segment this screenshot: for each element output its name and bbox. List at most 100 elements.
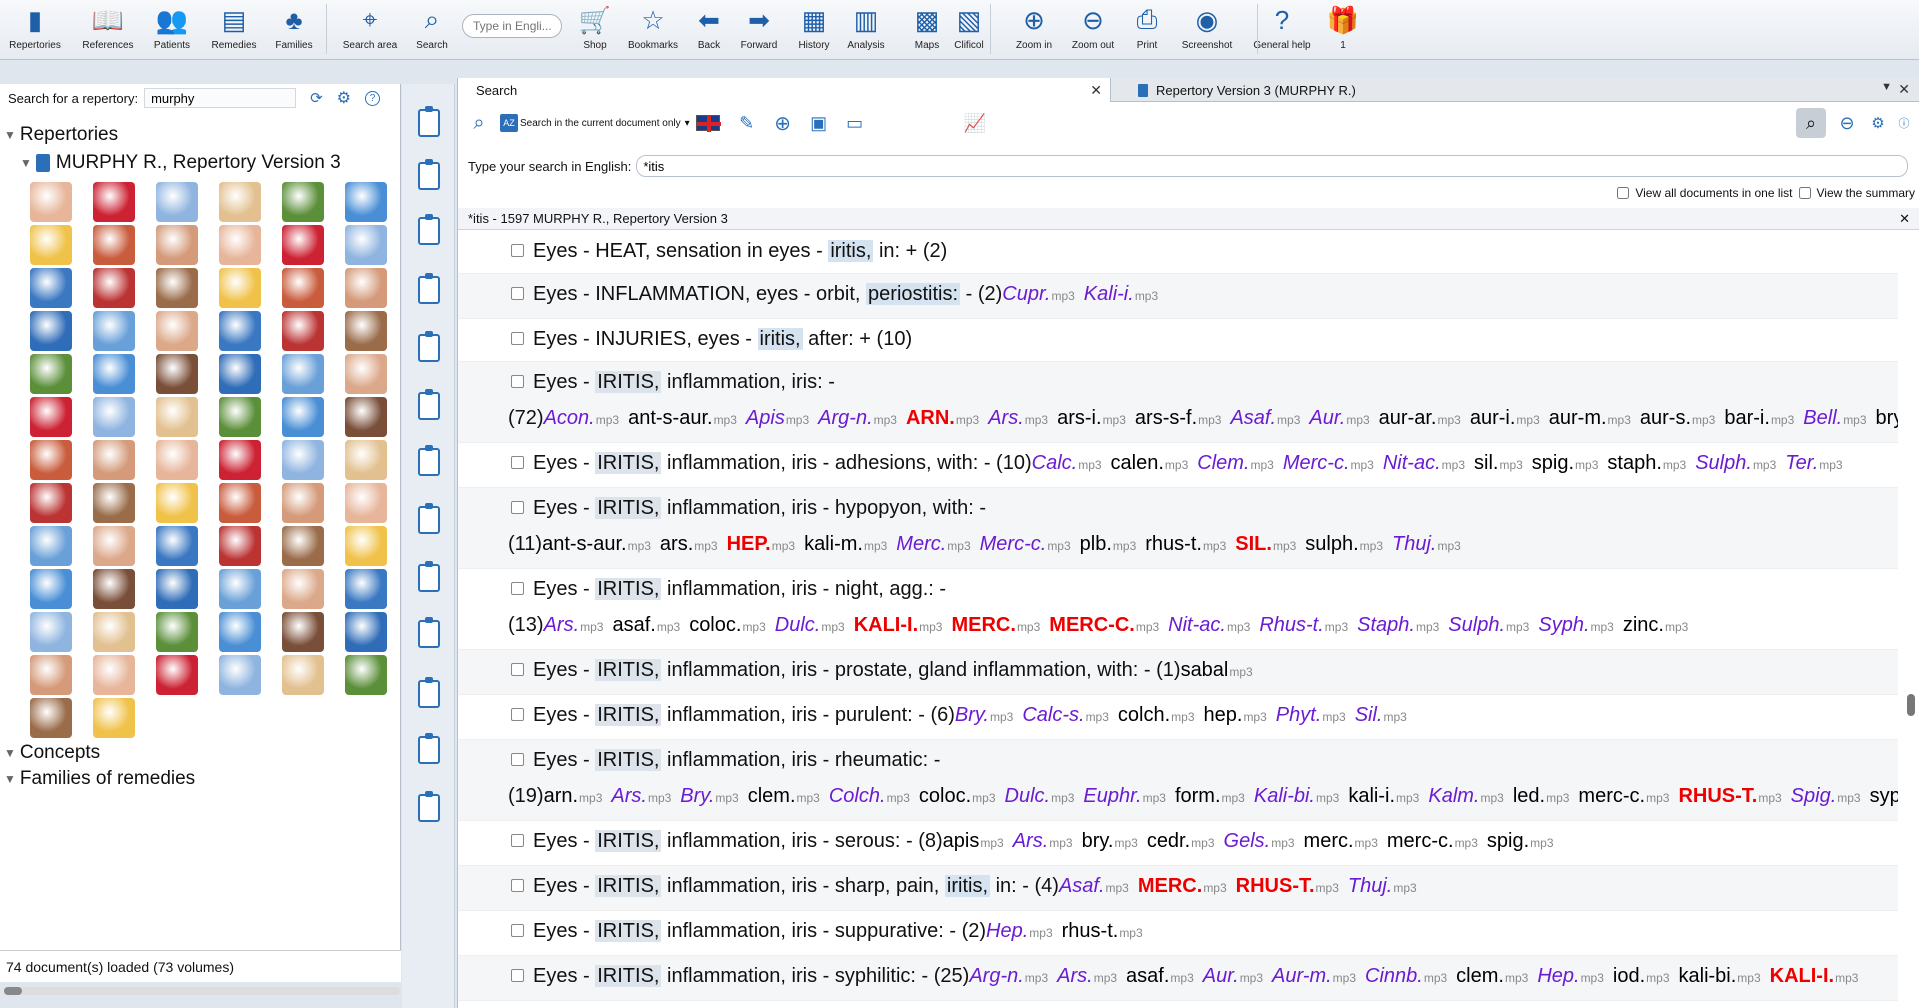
body-region-icon[interactable] — [219, 612, 261, 652]
toolbar-search-input[interactable] — [462, 14, 562, 38]
body-region-icon[interactable] — [345, 311, 387, 351]
mp3-audio-link[interactable]: mp3 — [1103, 413, 1126, 427]
mp3-audio-link[interactable]: mp3 — [1546, 791, 1569, 805]
toolbar-forward-button[interactable]: ➡ Forward — [729, 2, 789, 58]
remedy-link[interactable]: Ars.mp3 — [611, 785, 671, 807]
flag-uk-icon[interactable] — [695, 115, 721, 132]
search-mode-icon[interactable]: ⌕ — [1796, 108, 1826, 138]
body-region-icon[interactable] — [156, 569, 198, 609]
body-region-icon[interactable] — [219, 397, 261, 437]
body-region-icon[interactable] — [156, 225, 198, 265]
body-region-icon[interactable] — [156, 268, 198, 308]
gear-icon[interactable]: ⚙ — [337, 88, 351, 108]
highlighter-icon[interactable]: ✎ — [732, 108, 762, 138]
remedy-link[interactable]: apismp3 — [943, 830, 1004, 852]
clipboard-icon[interactable] — [418, 273, 440, 304]
remedy-link[interactable]: Calc.mp3 — [1032, 452, 1102, 474]
close-icon[interactable]: ✕ — [1090, 82, 1102, 99]
rubric-checkbox[interactable] — [511, 663, 524, 676]
body-region-icon[interactable] — [282, 354, 324, 394]
mp3-audio-link[interactable]: mp3 — [797, 791, 820, 805]
remedy-link[interactable]: Bry.mp3 — [955, 704, 1013, 726]
body-region-icon[interactable] — [30, 268, 72, 308]
remedy-link[interactable]: Kalm.mp3 — [1428, 785, 1503, 807]
remedy-link[interactable]: Asaf.mp3 — [1059, 875, 1129, 897]
mp3-audio-link[interactable]: mp3 — [1396, 791, 1419, 805]
remedy-link[interactable]: Hep.mp3 — [1537, 965, 1604, 987]
remedy-link[interactable]: Calc-s.mp3 — [1022, 704, 1109, 726]
save-icon[interactable]: ▣ — [804, 108, 834, 138]
mp3-audio-link[interactable]: mp3 — [1442, 458, 1465, 472]
mp3-audio-link[interactable]: mp3 — [1049, 836, 1072, 850]
search-input[interactable] — [636, 155, 1909, 177]
expand-triangle-icon[interactable]: ▼ — [20, 156, 32, 170]
mp3-audio-link[interactable]: mp3 — [1251, 458, 1274, 472]
mp3-audio-link[interactable]: mp3 — [1581, 971, 1604, 985]
body-region-icon[interactable] — [30, 440, 72, 480]
rubric-row[interactable]: Eyes - IRITIS, inflammation, iris - adhe… — [458, 443, 1898, 488]
clipboard-icon[interactable] — [418, 617, 440, 648]
refresh-icon[interactable]: ⟳ — [310, 89, 323, 107]
remedy-link[interactable]: merc-c.mp3 — [1578, 785, 1669, 807]
remedy-link[interactable]: Colch.mp3 — [829, 785, 910, 807]
mp3-audio-link[interactable]: mp3 — [1222, 791, 1245, 805]
mp3-audio-link[interactable]: mp3 — [1480, 791, 1503, 805]
body-region-icon[interactable] — [156, 311, 198, 351]
mp3-audio-link[interactable]: mp3 — [628, 539, 651, 553]
toolbar-analysis-button[interactable]: ▥ Analysis — [836, 2, 896, 58]
remedy-link[interactable]: Nit-ac.mp3 — [1383, 452, 1465, 474]
body-region-icon[interactable] — [30, 182, 72, 222]
rubric-checkbox[interactable] — [511, 582, 524, 595]
mp3-audio-link[interactable]: mp3 — [772, 539, 795, 553]
remedy-link[interactable]: syph.mp3 — [1870, 785, 1898, 807]
search-scope-label[interactable]: Search in the current document only — [520, 118, 681, 129]
remedy-link[interactable]: bar-i.mp3 — [1724, 407, 1794, 429]
remedy-link[interactable]: ars.mp3 — [660, 533, 718, 555]
remedy-link[interactable]: sil.mp3 — [1474, 452, 1523, 474]
mp3-audio-link[interactable]: mp3 — [1416, 620, 1439, 634]
clipboard-icon[interactable] — [418, 331, 440, 362]
remedy-link[interactable]: kali-m.mp3 — [804, 533, 887, 555]
clipboard-icon[interactable] — [418, 677, 440, 708]
remedy-link[interactable]: sabalmp3 — [1181, 659, 1253, 681]
remedy-link[interactable]: arn.mp3 — [544, 785, 603, 807]
remedy-link[interactable]: MERC.mp3 — [1138, 875, 1227, 897]
left-scrollbar[interactable] — [4, 987, 400, 995]
rubric-checkbox[interactable] — [511, 332, 524, 345]
remedy-link[interactable]: aur-s.mp3 — [1640, 407, 1715, 429]
mp3-audio-link[interactable]: mp3 — [1455, 836, 1478, 850]
body-region-icon[interactable] — [93, 612, 135, 652]
toolbar-general-help-button[interactable]: ? General help — [1252, 2, 1312, 58]
body-region-icon[interactable] — [219, 311, 261, 351]
rubric-checkbox[interactable] — [511, 375, 524, 388]
rubric-row[interactable]: Eyes - IRITIS, inflammation, iris - sero… — [458, 821, 1898, 866]
rubric-row[interactable]: Eyes - INFLAMMATION, eyes - orbit, perio… — [458, 274, 1898, 319]
mp3-audio-link[interactable]: mp3 — [1505, 971, 1528, 985]
mp3-audio-link[interactable]: mp3 — [1360, 539, 1383, 553]
toolbar-search-button[interactable]: ⌕ Search — [402, 2, 462, 58]
mp3-audio-link[interactable]: mp3 — [742, 620, 765, 634]
mp3-audio-link[interactable]: mp3 — [1835, 971, 1858, 985]
mp3-audio-link[interactable]: mp3 — [1106, 881, 1129, 895]
close-icon[interactable]: ✕ — [1898, 81, 1910, 98]
remedy-link[interactable]: Euphr.mp3 — [1083, 785, 1166, 807]
body-region-icon[interactable] — [30, 526, 72, 566]
mp3-audio-link[interactable]: mp3 — [1171, 710, 1194, 724]
toolbar-zoom-in-button[interactable]: ⊕ Zoom in — [1004, 2, 1064, 58]
remedy-link[interactable]: Cupr.mp3 — [1002, 283, 1075, 305]
mp3-audio-link[interactable]: mp3 — [1203, 881, 1226, 895]
body-region-icon[interactable] — [156, 354, 198, 394]
remedy-link[interactable]: Dulc.mp3 — [775, 614, 845, 636]
mp3-audio-link[interactable]: mp3 — [1663, 458, 1686, 472]
mp3-audio-link[interactable]: mp3 — [1437, 413, 1460, 427]
rubric-checkbox[interactable] — [511, 924, 524, 937]
remedy-link[interactable]: Merc-c.mp3 — [980, 533, 1071, 555]
mp3-audio-link[interactable]: mp3 — [1506, 620, 1529, 634]
mp3-audio-link[interactable]: mp3 — [1530, 836, 1553, 850]
mp3-audio-link[interactable]: mp3 — [1136, 620, 1159, 634]
body-region-icon[interactable] — [93, 526, 135, 566]
mp3-audio-link[interactable]: mp3 — [1191, 836, 1214, 850]
mp3-audio-link[interactable]: mp3 — [1325, 620, 1348, 634]
clipboard-icon[interactable] — [418, 791, 440, 822]
rubric-row[interactable]: Eyes - IRITIS, inflammation, iris - supp… — [458, 911, 1898, 956]
